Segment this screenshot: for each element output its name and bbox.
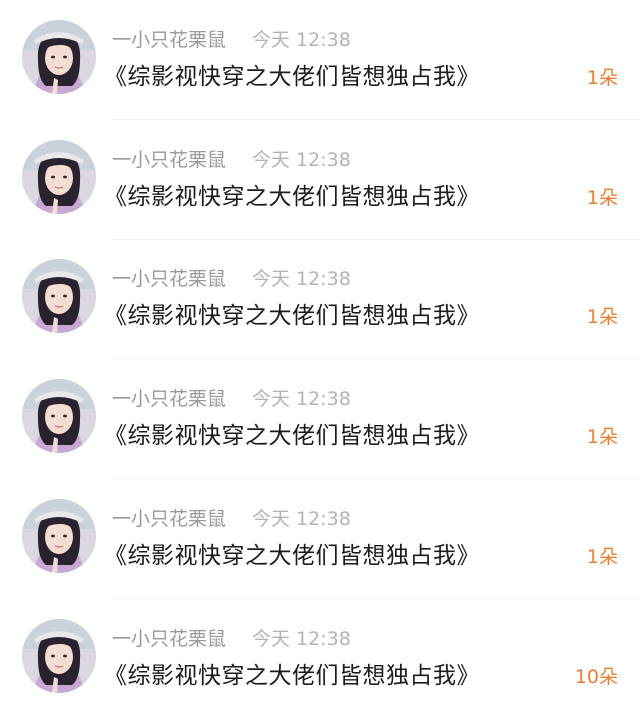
timestamp: 今天 12:38 bbox=[252, 508, 351, 530]
user-name[interactable]: 一小只花栗鼠 bbox=[112, 28, 226, 52]
user-name[interactable]: 一小只花栗鼠 bbox=[112, 387, 226, 411]
user-avatar[interactable] bbox=[22, 259, 96, 333]
flower-count: 1朵 bbox=[586, 187, 618, 209]
gift-record-list: 一小只花栗鼠 今天 12:38 《综影视快穿之大佬们皆想独占我》 1朵 一小只花… bbox=[0, 0, 640, 719]
book-title[interactable]: 《综影视快穿之大佬们皆想独占我》 bbox=[104, 421, 480, 451]
user-name[interactable]: 一小只花栗鼠 bbox=[112, 148, 226, 172]
timestamp: 今天 12:38 bbox=[252, 628, 351, 650]
user-avatar[interactable] bbox=[22, 379, 96, 453]
list-item[interactable]: 一小只花栗鼠 今天 12:38 《综影视快穿之大佬们皆想独占我》 1朵 bbox=[0, 239, 640, 359]
timestamp: 今天 12:38 bbox=[252, 149, 351, 171]
flower-count: 10朵 bbox=[574, 666, 618, 688]
timestamp: 今天 12:38 bbox=[252, 388, 351, 410]
flower-count: 1朵 bbox=[586, 306, 618, 328]
list-item[interactable]: 一小只花栗鼠 今天 12:38 《综影视快穿之大佬们皆想独占我》 10朵 bbox=[0, 599, 640, 719]
user-avatar[interactable] bbox=[22, 20, 96, 94]
book-title[interactable]: 《综影视快穿之大佬们皆想独占我》 bbox=[104, 62, 480, 92]
user-name[interactable]: 一小只花栗鼠 bbox=[112, 507, 226, 531]
book-title[interactable]: 《综影视快穿之大佬们皆想独占我》 bbox=[104, 661, 480, 691]
list-item[interactable]: 一小只花栗鼠 今天 12:38 《综影视快穿之大佬们皆想独占我》 1朵 bbox=[0, 120, 640, 240]
user-name[interactable]: 一小只花栗鼠 bbox=[112, 627, 226, 651]
timestamp: 今天 12:38 bbox=[252, 268, 351, 290]
flower-count: 1朵 bbox=[586, 67, 618, 89]
user-avatar[interactable] bbox=[22, 619, 96, 693]
book-title[interactable]: 《综影视快穿之大佬们皆想独占我》 bbox=[104, 301, 480, 331]
timestamp: 今天 12:38 bbox=[252, 29, 351, 51]
list-item[interactable]: 一小只花栗鼠 今天 12:38 《综影视快穿之大佬们皆想独占我》 1朵 bbox=[0, 359, 640, 479]
flower-count: 1朵 bbox=[586, 546, 618, 568]
book-title[interactable]: 《综影视快穿之大佬们皆想独占我》 bbox=[104, 182, 480, 212]
user-avatar[interactable] bbox=[22, 140, 96, 214]
list-item[interactable]: 一小只花栗鼠 今天 12:38 《综影视快穿之大佬们皆想独占我》 1朵 bbox=[0, 479, 640, 599]
user-avatar[interactable] bbox=[22, 499, 96, 573]
user-name[interactable]: 一小只花栗鼠 bbox=[112, 267, 226, 291]
flower-count: 1朵 bbox=[586, 426, 618, 448]
list-item[interactable]: 一小只花栗鼠 今天 12:38 《综影视快穿之大佬们皆想独占我》 1朵 bbox=[0, 0, 640, 120]
book-title[interactable]: 《综影视快穿之大佬们皆想独占我》 bbox=[104, 541, 480, 571]
